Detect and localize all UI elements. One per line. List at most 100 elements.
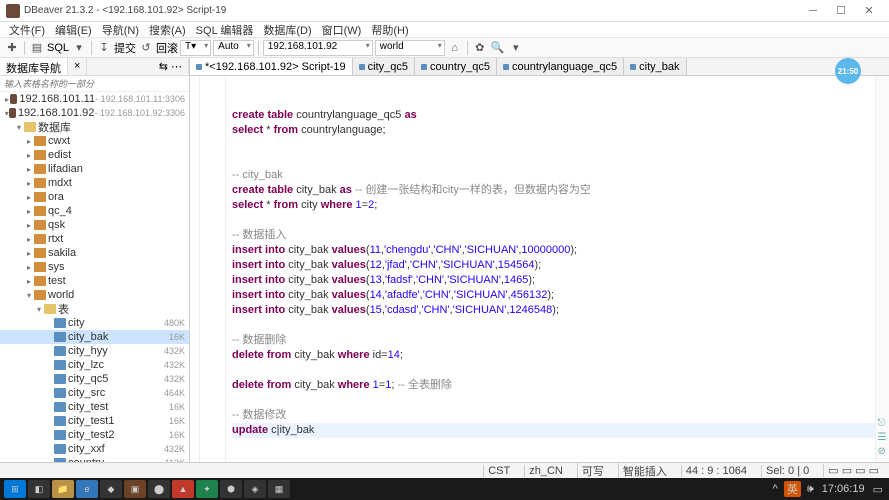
tree-node-schema[interactable]: ▸edist — [0, 148, 189, 162]
settings-icon[interactable]: ✿ — [472, 40, 488, 56]
taskview-icon[interactable]: ◧ — [28, 480, 50, 498]
menu-item[interactable]: 窗口(W) — [317, 22, 367, 38]
navigator-filter[interactable] — [0, 76, 189, 92]
tree-node-table[interactable]: city_xxf432K — [0, 442, 189, 456]
tree-node-conn[interactable]: ▾192.168.101.92- 192.168.101.92:3306 — [0, 106, 189, 120]
tree-node-table[interactable]: city_test116K — [0, 414, 189, 428]
database-tree[interactable]: ▸192.168.101.11- 192.168.101.11:3306▾192… — [0, 92, 189, 462]
status-insert: 智能插入 — [618, 463, 671, 479]
tree-node-table[interactable]: city_qc5432K — [0, 372, 189, 386]
rollback-label[interactable]: 回滚 — [156, 40, 178, 56]
tree-node-schema[interactable]: ▸sys — [0, 260, 189, 274]
tree-node-schema[interactable]: ▸qc_4 — [0, 204, 189, 218]
tx-mode-combo[interactable]: T▾ — [180, 40, 211, 56]
tree-node-schema[interactable]: ▸rtxt — [0, 232, 189, 246]
tree-node-folder[interactable]: ▾表 — [0, 302, 189, 316]
tray-ime[interactable]: 英 — [784, 481, 801, 497]
titlebar: DBeaver 21.3.2 - <192.168.101.92> Script… — [0, 0, 889, 22]
maximize-button[interactable]: ☐ — [827, 4, 855, 17]
minimize-button[interactable]: ─ — [799, 5, 827, 17]
sql-label[interactable]: SQL — [47, 42, 69, 54]
time-badge: 21:50 — [835, 58, 861, 84]
app-icon-8[interactable]: ▦ — [268, 480, 290, 498]
outline-icon[interactable]: ⎋ — [878, 418, 888, 428]
right-gutter: ⎋ ☰ ⊘ — [875, 76, 889, 462]
tree-node-schema[interactable]: ▸ora — [0, 190, 189, 204]
left-ruler — [190, 76, 226, 462]
home-icon[interactable]: ⌂ — [447, 40, 463, 56]
editor-tab[interactable]: *<192.168.101.92> Script-19 — [190, 58, 353, 75]
sql-editor-icon[interactable]: ▤ — [29, 40, 45, 56]
tree-node-schema[interactable]: ▸cwxt — [0, 134, 189, 148]
tree-node-schema[interactable]: ▾world — [0, 288, 189, 302]
tree-node-schema[interactable]: ▸test — [0, 274, 189, 288]
editor-area: *<192.168.101.92> Script-19city_qc5count… — [190, 58, 889, 462]
navigator-tab[interactable]: 数据库导航 — [0, 58, 68, 75]
app-icon-5[interactable]: ✦ — [196, 480, 218, 498]
more-icon[interactable]: ▾ — [508, 40, 524, 56]
tree-node-table[interactable]: city_src464K — [0, 386, 189, 400]
app-icon-1[interactable]: ◆ — [100, 480, 122, 498]
start-button[interactable]: ⊞ — [4, 480, 26, 498]
system-tray[interactable]: ^ 英 🕪 17:06:19 ▭ — [771, 481, 885, 497]
dropdown-icon[interactable]: ▾ — [71, 40, 87, 56]
tray-clock[interactable]: 17:06:19 — [820, 483, 867, 495]
editor-tabs: *<192.168.101.92> Script-19city_qc5count… — [190, 58, 889, 76]
menu-item[interactable]: 编辑(E) — [50, 22, 97, 38]
tree-node-table[interactable]: city_hyy432K — [0, 344, 189, 358]
bookmark-icon[interactable]: ☰ — [878, 432, 888, 442]
zoom-icon[interactable]: ⊘ — [878, 446, 888, 456]
tree-node-table[interactable]: city_bak16K — [0, 330, 189, 344]
tree-node-schema[interactable]: ▸mdxt — [0, 176, 189, 190]
tree-node-folder[interactable]: ▾数据库 — [0, 120, 189, 134]
commit-label[interactable]: 提交 — [114, 40, 136, 56]
menu-item[interactable]: 文件(F) — [4, 22, 50, 38]
editor-tab[interactable]: city_qc5 — [353, 58, 415, 75]
tree-node-schema[interactable]: ▸qsk — [0, 218, 189, 232]
rollback-icon[interactable]: ↺ — [138, 40, 154, 56]
app-icon-7[interactable]: ◈ — [244, 480, 266, 498]
app-icon-6[interactable]: ⬢ — [220, 480, 242, 498]
nav-toolbar-icon[interactable]: ⇆ ⋯ — [153, 58, 189, 75]
tree-node-schema[interactable]: ▸lifadian — [0, 162, 189, 176]
status-selection: Sel: 0 | 0 — [761, 465, 813, 477]
filter-input[interactable] — [0, 76, 189, 91]
auto-combo[interactable]: Auto — [213, 40, 254, 56]
windows-taskbar[interactable]: ⊞ ◧ 📁 e ◆ ▣ ⬤ ▲ ✦ ⬢ ◈ ▦ ^ 英 🕪 17:06:19 ▭ — [0, 478, 889, 500]
menu-item[interactable]: 帮助(H) — [366, 22, 413, 38]
tray-caret[interactable]: ^ — [771, 483, 780, 495]
tree-node-schema[interactable]: ▸sakila — [0, 246, 189, 260]
status-locale: zh_CN — [524, 465, 567, 477]
commit-icon[interactable]: ↧ — [96, 40, 112, 56]
menu-item[interactable]: 导航(N) — [97, 22, 144, 38]
explorer-icon[interactable]: 📁 — [52, 480, 74, 498]
tree-node-table[interactable]: city_lzc432K — [0, 358, 189, 372]
app-icon-4[interactable]: ▲ — [172, 480, 194, 498]
status-icons[interactable]: ▭ ▭ ▭ ▭ — [823, 464, 883, 477]
close-nav-tab[interactable]: × — [68, 58, 87, 75]
tray-notif-icon[interactable]: ▭ — [871, 483, 885, 496]
menu-item[interactable]: SQL 编辑器 — [191, 22, 259, 38]
close-button[interactable]: ✕ — [855, 4, 883, 17]
connection-combo[interactable]: 192.168.101.92 — [263, 40, 373, 56]
app-icon — [6, 4, 20, 18]
menu-item[interactable]: 数据库(D) — [258, 22, 316, 38]
editor-tab[interactable]: countrylanguage_qc5 — [497, 58, 624, 75]
app-icon-2[interactable]: ▣ — [124, 480, 146, 498]
edge-icon[interactable]: e — [76, 480, 98, 498]
schema-combo[interactable]: world — [375, 40, 445, 56]
new-conn-icon[interactable]: ✚ — [4, 40, 20, 56]
navigator-tabs: 数据库导航 × ⇆ ⋯ — [0, 58, 189, 76]
editor-tab[interactable]: country_qc5 — [415, 58, 497, 75]
menubar[interactable]: 文件(F)编辑(E)导航(N)搜索(A)SQL 编辑器数据库(D)窗口(W)帮助… — [0, 22, 889, 38]
app-icon-3[interactable]: ⬤ — [148, 480, 170, 498]
tray-net-icon[interactable]: 🕪 — [805, 483, 816, 496]
editor-tab[interactable]: city_bak — [624, 58, 686, 75]
sql-editor[interactable]: create table countrylanguage_qc5 asselec… — [226, 76, 875, 462]
tree-node-conn[interactable]: ▸192.168.101.11- 192.168.101.11:3306 — [0, 92, 189, 106]
menu-item[interactable]: 搜索(A) — [144, 22, 191, 38]
tree-node-table[interactable]: city480K — [0, 316, 189, 330]
search-icon[interactable]: 🔍 — [490, 40, 506, 56]
tree-node-table[interactable]: city_test216K — [0, 428, 189, 442]
tree-node-table[interactable]: city_test16K — [0, 400, 189, 414]
